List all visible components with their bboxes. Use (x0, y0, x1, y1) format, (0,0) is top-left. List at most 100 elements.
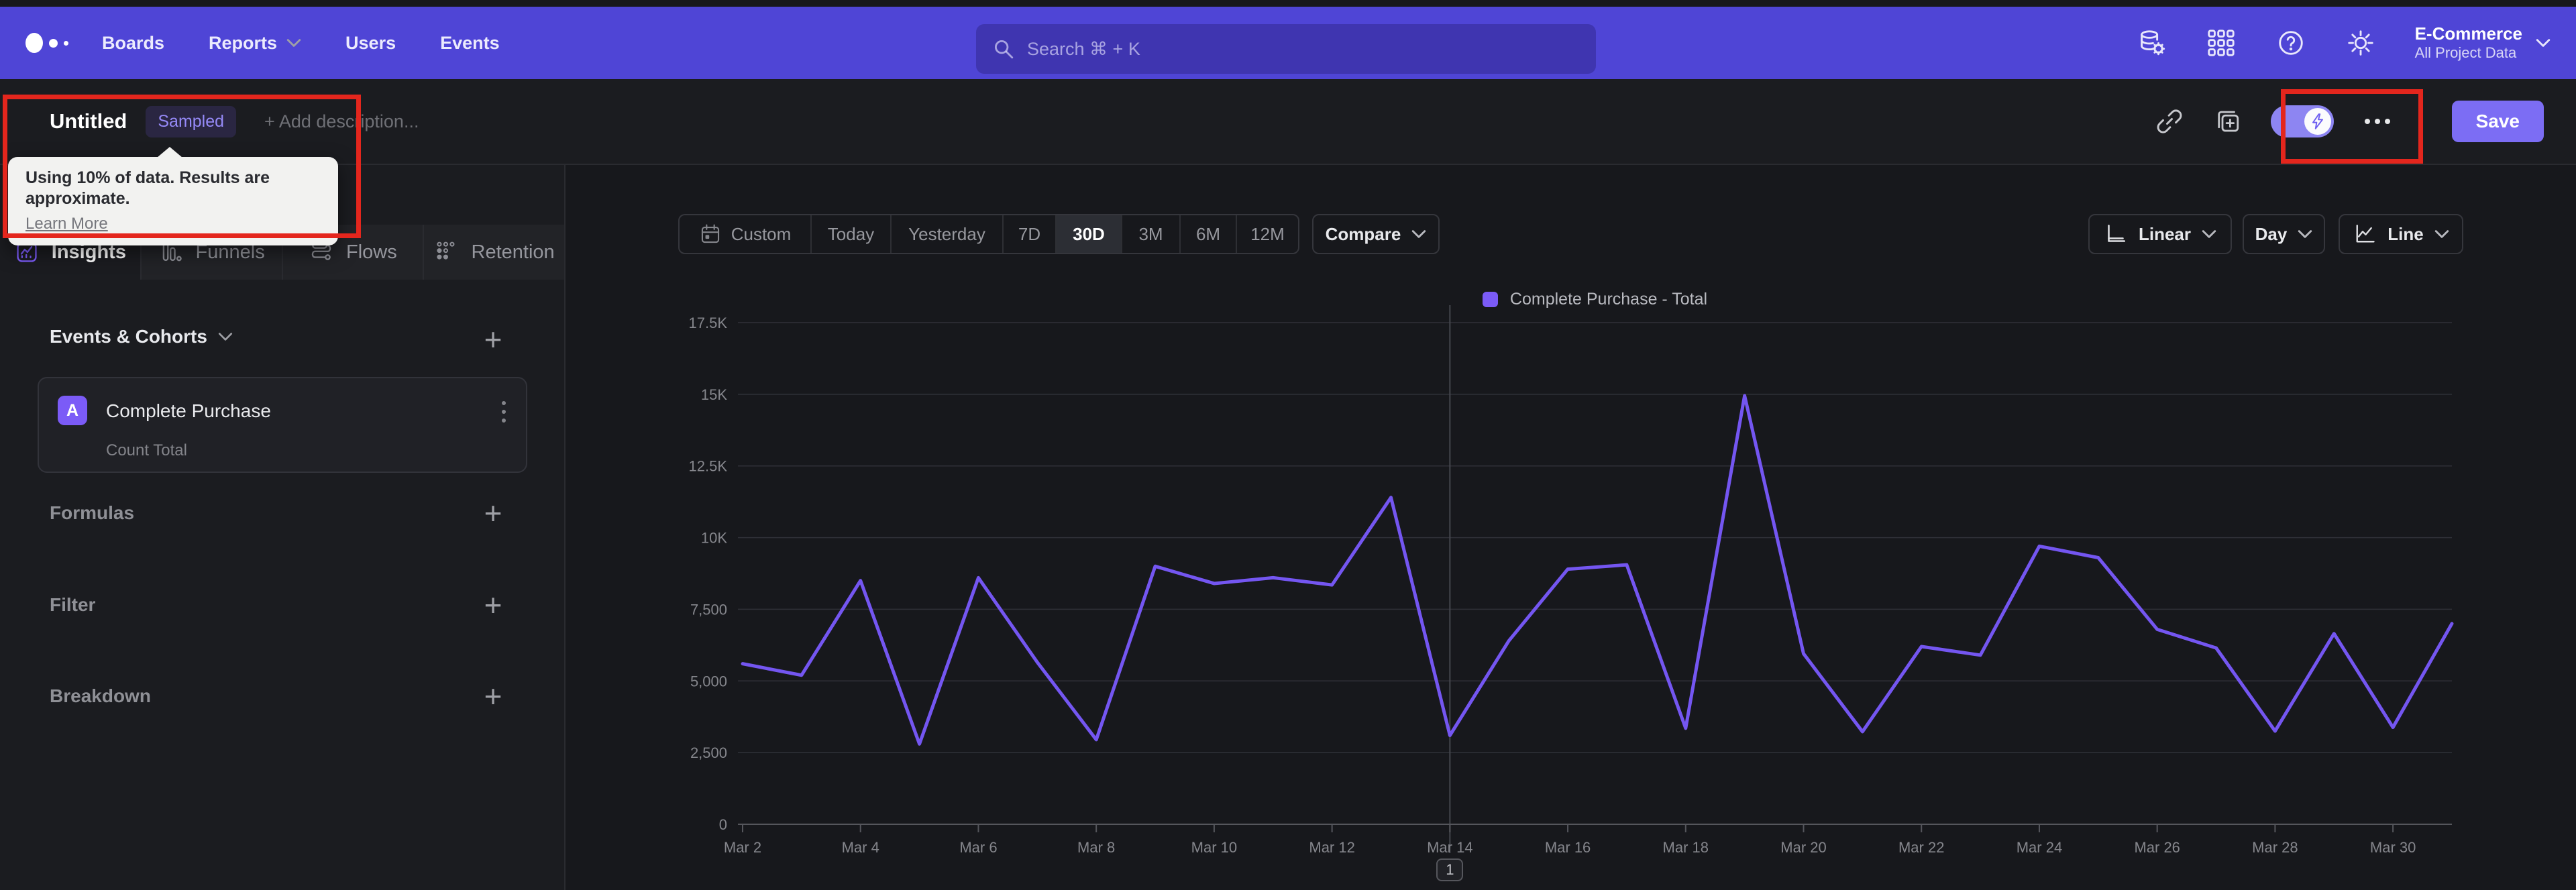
search-input[interactable]: Search ⌘ + K (976, 24, 1596, 74)
add-formula-button[interactable]: + (478, 498, 508, 529)
search-placeholder: Search ⌘ + K (1027, 38, 1140, 59)
divider (2420, 103, 2422, 140)
svg-text:Mar 30: Mar 30 (2370, 839, 2416, 856)
app-root: Boards Reports Users Events Search ⌘ + K (0, 0, 2576, 890)
project-switcher[interactable]: E-Commerce All Project Data (2415, 23, 2551, 62)
scale-dropdown[interactable]: Linear (2088, 214, 2232, 254)
interval-label: Day (2255, 223, 2288, 244)
linear-scale-icon (2108, 224, 2126, 242)
mixpanel-logo[interactable] (25, 29, 72, 57)
range-label: 7D (1018, 223, 1041, 244)
learn-more-link[interactable]: Learn More (25, 215, 108, 233)
tab-label: Flows (346, 241, 397, 263)
nav-right-cluster: E-Commerce All Project Data (2136, 7, 2551, 79)
range-7d[interactable]: 7D (1004, 215, 1057, 253)
scale-label: Linear (2138, 223, 2192, 244)
svg-text:Mar 4: Mar 4 (842, 839, 879, 856)
tab-label: Retention (471, 241, 555, 263)
logo-dot (25, 33, 43, 53)
copy-link-icon[interactable] (2155, 107, 2184, 135)
nav-item-label: Reports (209, 32, 278, 53)
svg-text:Mar 10: Mar 10 (1191, 839, 1237, 856)
nav-item-events[interactable]: Events (440, 33, 500, 54)
chevron-down-icon (286, 39, 301, 47)
chevron-down-icon (2298, 230, 2312, 238)
chart-type-label: Line (2387, 223, 2424, 244)
range-label: Yesterday (908, 223, 985, 244)
svg-text:Mar 12: Mar 12 (1309, 839, 1354, 856)
svg-text:Mar 28: Mar 28 (2252, 839, 2298, 856)
range-label: 3M (1138, 223, 1163, 244)
range-3m[interactable]: 3M (1122, 215, 1181, 253)
sampled-badge[interactable]: Sampled (146, 105, 237, 137)
add-to-board-icon[interactable] (2213, 107, 2241, 135)
event-options-kebab[interactable] (499, 398, 508, 425)
add-event-button[interactable]: + (478, 324, 508, 355)
range-label: Custom (731, 223, 792, 244)
logo-dot (49, 38, 58, 48)
chevron-down-icon (1412, 230, 1426, 238)
nav-item-label: Users (345, 32, 396, 53)
report-actions: Save (2155, 79, 2544, 164)
range-label: 12M (1250, 223, 1285, 244)
report-header-bar: Untitled Sampled + Add description... Sa… (0, 79, 2576, 165)
formulas-section-label[interactable]: Formulas (50, 502, 134, 524)
svg-text:Mar 20: Mar 20 (1780, 839, 1826, 856)
interval-dropdown[interactable]: Day (2243, 214, 2325, 254)
range-today[interactable]: Today (812, 215, 892, 253)
nav-item-boards[interactable]: Boards (102, 33, 164, 54)
compare-dropdown[interactable]: Compare (1312, 214, 1440, 254)
report-title-row: Untitled Sampled + Add description... (50, 79, 419, 164)
range-30d[interactable]: 30D (1057, 215, 1122, 253)
top-nav: Boards Reports Users Events Search ⌘ + K (0, 7, 2576, 79)
events-cohorts-header[interactable]: Events & Cohorts (50, 326, 233, 347)
add-filter-button[interactable]: + (478, 590, 508, 620)
range-custom[interactable]: Custom (680, 215, 812, 253)
add-description-field[interactable]: + Add description... (264, 111, 419, 132)
report-title[interactable]: Untitled (50, 109, 127, 133)
svg-text:Mar 18: Mar 18 (1663, 839, 1709, 856)
svg-text:Mar 26: Mar 26 (2134, 839, 2180, 856)
breakdown-section-label[interactable]: Breakdown (50, 685, 151, 707)
range-yesterday[interactable]: Yesterday (892, 215, 1004, 253)
annotation-marker-badge[interactable]: 1 (1436, 858, 1464, 881)
nav-item-reports[interactable]: Reports (209, 33, 301, 54)
range-label: Today (827, 223, 875, 244)
event-metric[interactable]: Count Total (106, 441, 187, 460)
chart-type-dropdown[interactable]: Line (2339, 214, 2463, 254)
more-options-button[interactable] (2363, 115, 2392, 128)
tab-retention[interactable]: Retention (423, 225, 564, 280)
svg-text:Mar 2: Mar 2 (724, 839, 761, 856)
range-6m[interactable]: 6M (1181, 215, 1237, 253)
svg-text:Mar 16: Mar 16 (1545, 839, 1591, 856)
filter-section-label[interactable]: Filter (50, 594, 95, 616)
settings-gear-icon[interactable] (2345, 27, 2376, 58)
chevron-down-icon (2536, 39, 2551, 47)
nav-item-label: Boards (102, 32, 165, 53)
help-icon[interactable] (2275, 27, 2306, 58)
svg-text:17.5K: 17.5K (689, 315, 728, 331)
query-builder-sidebar: Insights Funnels Flows Retention Events … (0, 165, 566, 890)
add-breakdown-button[interactable]: + (478, 681, 508, 712)
range-label: 30D (1073, 223, 1105, 244)
line-chart-icon (2356, 225, 2375, 243)
event-card[interactable]: A Complete Purchase Count Total (38, 377, 527, 473)
range-label: 6M (1195, 223, 1221, 244)
line-chart: 0 2,500 5,000 7,500 10K 12.5K 15K 17.5K Mar 2 Mar… (689, 305, 2454, 856)
range-12m[interactable]: 12M (1237, 215, 1298, 253)
chevron-down-icon (2434, 230, 2449, 238)
sampling-toggle[interactable] (2270, 105, 2334, 137)
toggle-knob (2304, 108, 2331, 135)
data-management-icon[interactable] (2136, 27, 2167, 58)
chevron-down-icon (218, 333, 233, 341)
nav-item-users[interactable]: Users (345, 33, 396, 54)
save-button[interactable]: Save (2451, 101, 2544, 142)
tooltip-message: Using 10% of data. Results are approxima… (25, 168, 270, 209)
project-scope: All Project Data (2414, 44, 2517, 62)
svg-text:Mar 24: Mar 24 (2017, 839, 2062, 856)
section-title: Events & Cohorts (50, 326, 207, 347)
apps-grid-icon[interactable] (2206, 27, 2237, 58)
event-name[interactable]: Complete Purchase (106, 400, 271, 422)
event-letter-badge: A (58, 396, 87, 425)
lightning-bolt-icon (2312, 113, 2323, 129)
